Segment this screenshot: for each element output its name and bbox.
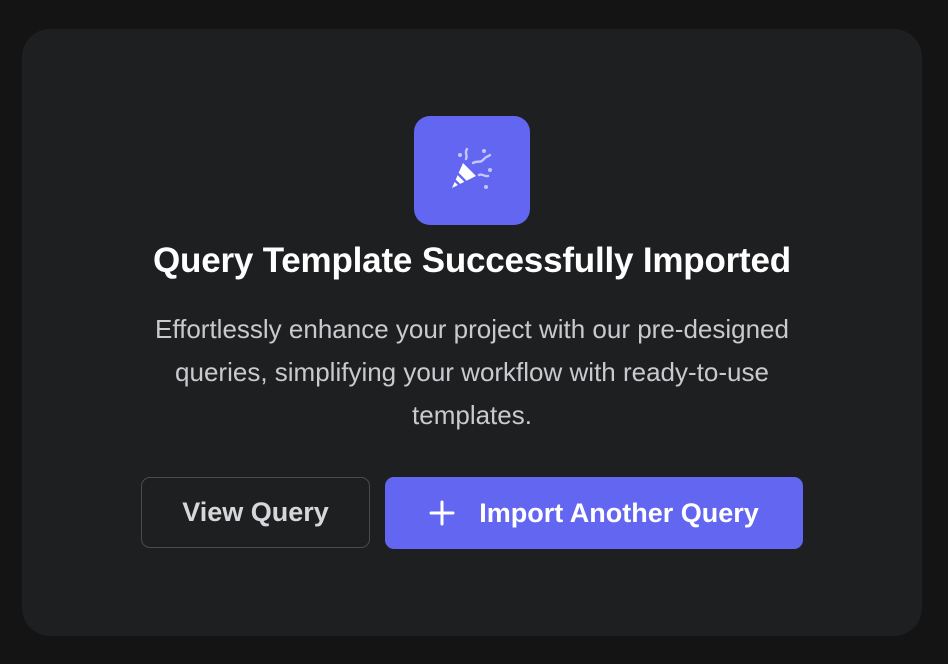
celebration-icon-tile bbox=[414, 116, 530, 225]
view-query-button-label: View Query bbox=[182, 497, 329, 527]
import-another-query-button[interactable]: Import Another Query bbox=[385, 477, 803, 549]
success-card: Query Template Successfully Imported Eff… bbox=[22, 29, 922, 636]
view-query-button[interactable]: View Query bbox=[141, 477, 370, 548]
party-popper-icon bbox=[452, 147, 492, 189]
plus-icon bbox=[429, 500, 455, 526]
import-another-query-button-label: Import Another Query bbox=[479, 497, 759, 528]
dialog-description: Effortlessly enhance your project with o… bbox=[155, 314, 789, 430]
dialog-title: Query Template Successfully Imported bbox=[153, 241, 791, 280]
